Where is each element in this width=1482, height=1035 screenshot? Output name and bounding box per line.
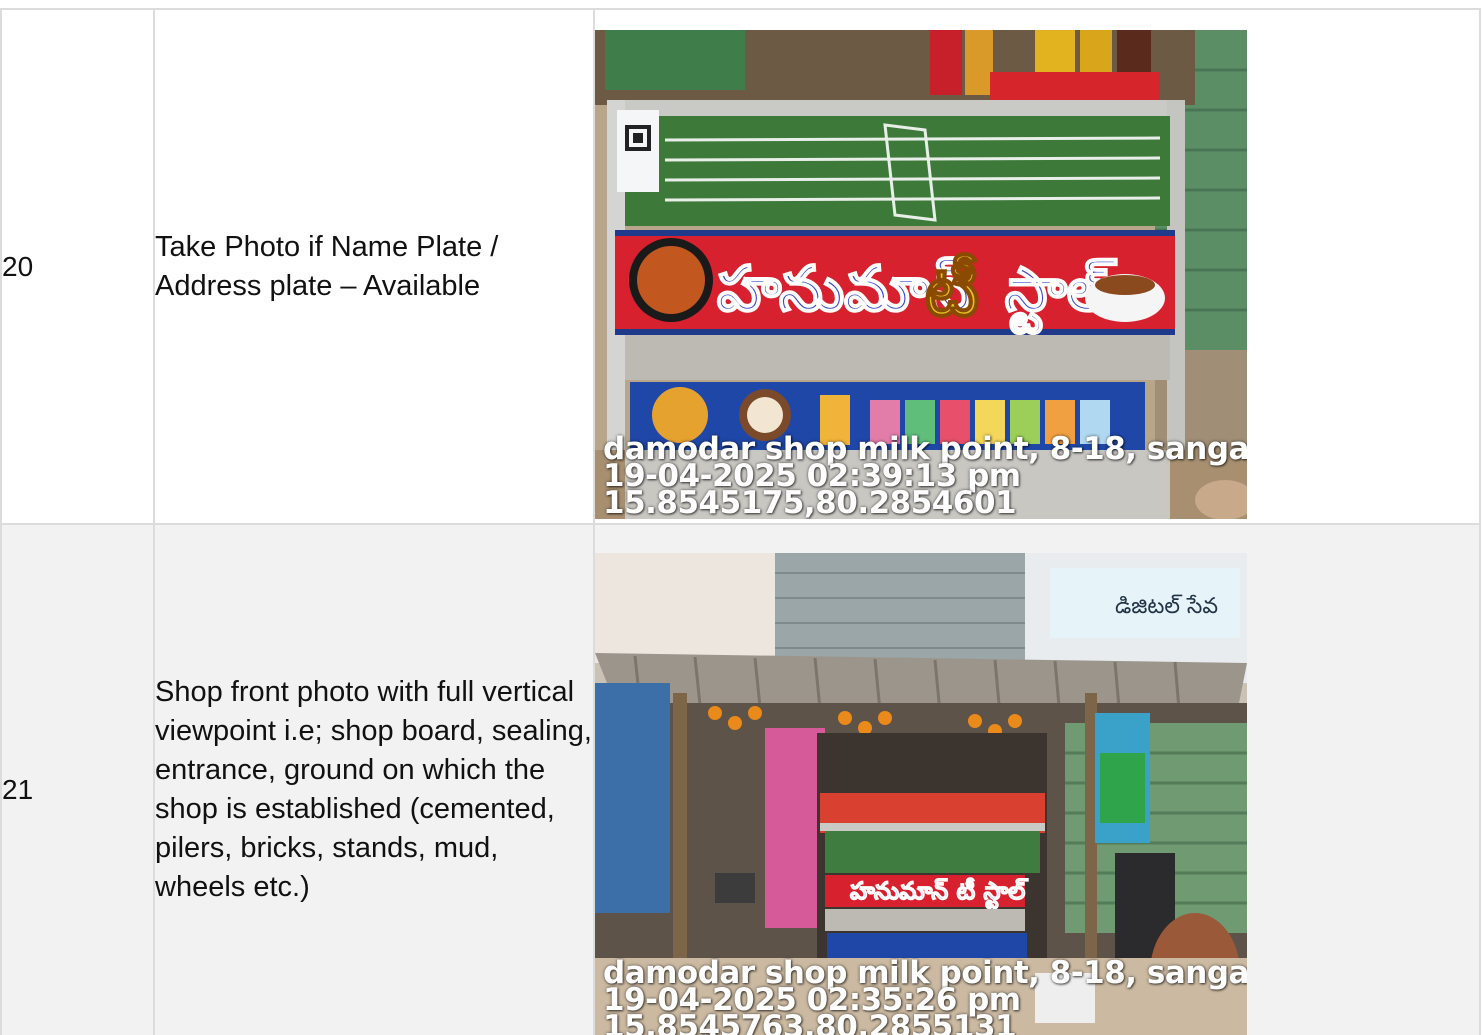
shop-front-photo[interactable]: డిజిటల్ సేవ హనుమాన్ టీ స్టాల్ damodar sh… <box>595 553 1247 1035</box>
svg-text:డిజిటల్ సేవ: డిజిటల్ సేవ <box>1115 594 1218 619</box>
document-page: 20 Take Photo if Name Plate / Address pl… <box>0 0 1482 1035</box>
photo-cell: డిజిటల్ సేవ హనుమాన్ టీ స్టాల్ damodar sh… <box>593 523 1481 1035</box>
stamp-coordinates: 15.8545175,80.2854601 <box>603 484 1017 519</box>
row-number: 20 <box>0 8 155 525</box>
photo-cell: హనుమాన్ టీ స్టాల్ damodar shop milk poin… <box>593 8 1481 525</box>
row-description: Take Photo if Name Plate / Address plate… <box>153 8 595 525</box>
stamp-coordinates: 15.8545763,80.2855131 <box>603 1009 1017 1035</box>
survey-table: 20 Take Photo if Name Plate / Address pl… <box>0 8 1481 1035</box>
table-row: 21 Shop front photo with full vertical v… <box>0 523 1481 1035</box>
row-number: 21 <box>0 523 155 1035</box>
row-description: Shop front photo with full vertical view… <box>153 523 595 1035</box>
photo-geo-stamp: damodar shop milk point, 8-18, sangam 19… <box>603 958 1247 1035</box>
table-row: 20 Take Photo if Name Plate / Address pl… <box>0 8 1481 525</box>
svg-text:టీ: టీ <box>925 249 979 332</box>
name-plate-photo[interactable]: హనుమాన్ టీ స్టాల్ damodar shop milk poin… <box>595 29 1247 519</box>
svg-text:హనుమాన్ టీ స్టాల్: హనుమాన్ టీ స్టాల్ <box>850 876 1028 909</box>
photo-geo-stamp: damodar shop milk point, 8-18, sangam 19… <box>603 433 1247 519</box>
